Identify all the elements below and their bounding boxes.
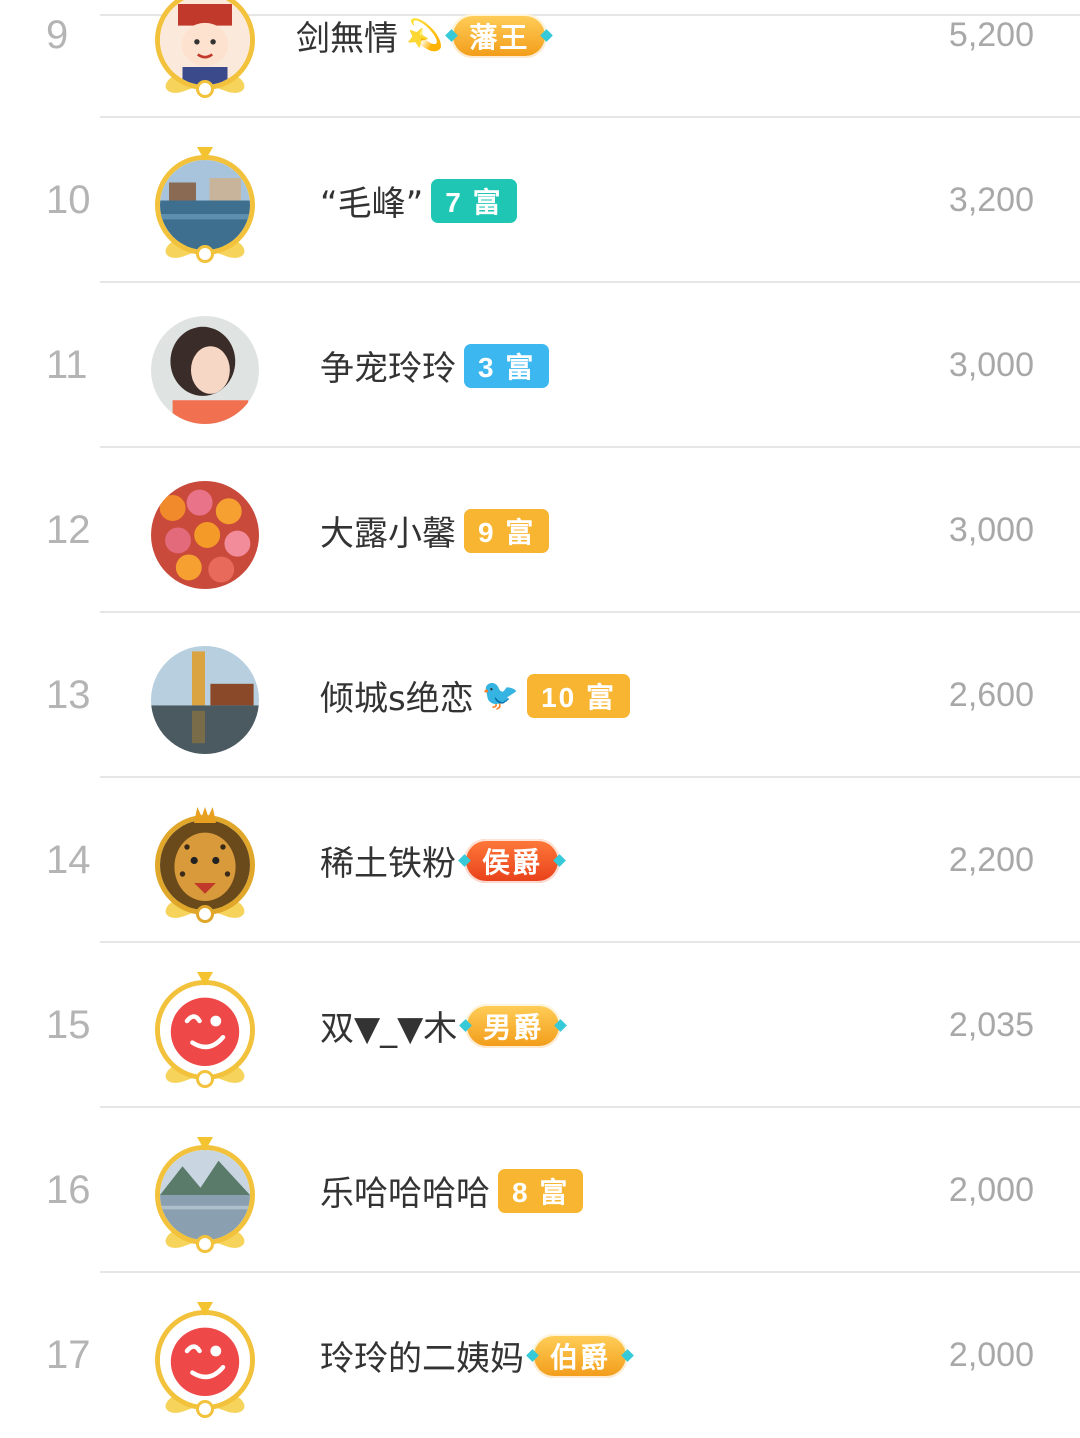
amount-value: 2,600 [948, 676, 1034, 714]
amount-value: 2,000 [948, 1336, 1034, 1374]
rank-badge: 7 富 [431, 178, 517, 223]
avatar[interactable] [147, 642, 263, 758]
rank-number: 11 [46, 343, 88, 387]
rank-number: 14 [46, 838, 91, 882]
avatar[interactable] [147, 477, 263, 593]
mountain-river-photo-icon [160, 1150, 250, 1240]
woman-portrait-photo-icon [151, 316, 259, 424]
ranking-row[interactable]: 13 倾城s绝恋 🐦 10 富 2,600 [0, 613, 1080, 778]
rank-number: 10 [46, 178, 91, 222]
user-name[interactable]: 倾城s绝恋 [320, 671, 474, 720]
ranking-row[interactable]: 15 双▼_▼木 男爵 2,035 [0, 943, 1080, 1108]
rank-badge: 侯爵 [464, 838, 561, 883]
leopard-avatar-icon [160, 820, 250, 910]
ranking-row[interactable]: 9 剑無情 💫 藩王 5,200 [0, 0, 1080, 118]
avatar[interactable] [147, 1137, 263, 1253]
user-name[interactable]: 大露小馨 [320, 506, 456, 555]
avatar[interactable] [147, 972, 263, 1088]
amount-value: 5,200 [948, 16, 1034, 54]
amount-value: 2,035 [948, 1006, 1034, 1044]
amount-value: 3,000 [948, 346, 1034, 384]
rank-badge: 男爵 [465, 1003, 562, 1048]
rank-badge: 藩王 [451, 13, 548, 58]
rank-badge: 9 富 [464, 508, 550, 553]
avatar[interactable] [147, 312, 263, 428]
rank-number: 17 [46, 1333, 91, 1377]
user-name[interactable]: 争宠玲玲 [320, 341, 456, 390]
rank-number: 15 [46, 1003, 91, 1047]
user-name[interactable]: “毛峰” [320, 176, 423, 225]
amount-value: 3,000 [948, 511, 1034, 549]
ranking-row[interactable]: 11 争宠玲玲 3 富 3,000 [0, 283, 1080, 448]
pagoda-lake-photo-icon [151, 646, 259, 754]
avatar[interactable] [147, 1302, 263, 1418]
ranking-list: 9 剑無情 💫 藩王 5,200 10 “毛峰” 7 富 3,200 11 争宠… [0, 0, 1080, 1418]
rank-badge: 伯爵 [532, 1333, 629, 1378]
bird-icon: 🐦 [481, 677, 520, 713]
amount-value: 2,000 [948, 1171, 1034, 1209]
rank-badge: 8 富 [498, 1168, 584, 1213]
amount-value: 2,200 [948, 841, 1034, 879]
avatar[interactable] [147, 147, 263, 263]
ranking-row[interactable]: 17 玲玲的二姨妈 伯爵 2,000 [0, 1273, 1080, 1438]
rank-badge: 10 富 [527, 673, 631, 718]
winking-face-avatar-icon [160, 985, 250, 1075]
rank-number: 13 [46, 673, 91, 717]
ranking-row[interactable]: 10 “毛峰” 7 富 3,200 [0, 118, 1080, 283]
ranking-row[interactable]: 12 大露小馨 9 富 3,000 [0, 448, 1080, 613]
rank-number: 12 [46, 508, 91, 552]
river-town-photo-icon [160, 160, 250, 250]
fruit-stall-photo-icon [151, 481, 259, 589]
user-name[interactable]: 稀土铁粉 [320, 836, 456, 885]
ranking-row[interactable]: 16 乐哈哈哈哈 8 富 2,000 [0, 1108, 1080, 1273]
rank-badge: 3 富 [464, 343, 550, 388]
user-name[interactable]: 玲玲的二姨妈 [320, 1331, 524, 1380]
avatar[interactable] [147, 0, 263, 98]
user-name[interactable]: 剑無情 [296, 11, 398, 60]
user-name[interactable]: 乐哈哈哈哈 [320, 1166, 490, 1215]
winking-face-avatar-icon [160, 1315, 250, 1405]
sparkle-icon: 💫 [406, 17, 444, 53]
rank-number: 16 [46, 1168, 91, 1212]
amount-value: 3,200 [948, 181, 1034, 219]
ranking-row[interactable]: 14 稀土铁粉 侯爵 2,200 [0, 778, 1080, 943]
user-name[interactable]: 双▼_▼木 [320, 1001, 457, 1050]
rank-number: 9 [46, 13, 69, 57]
avatar[interactable] [147, 807, 263, 923]
cartoon-boy-avatar-icon [160, 0, 250, 85]
